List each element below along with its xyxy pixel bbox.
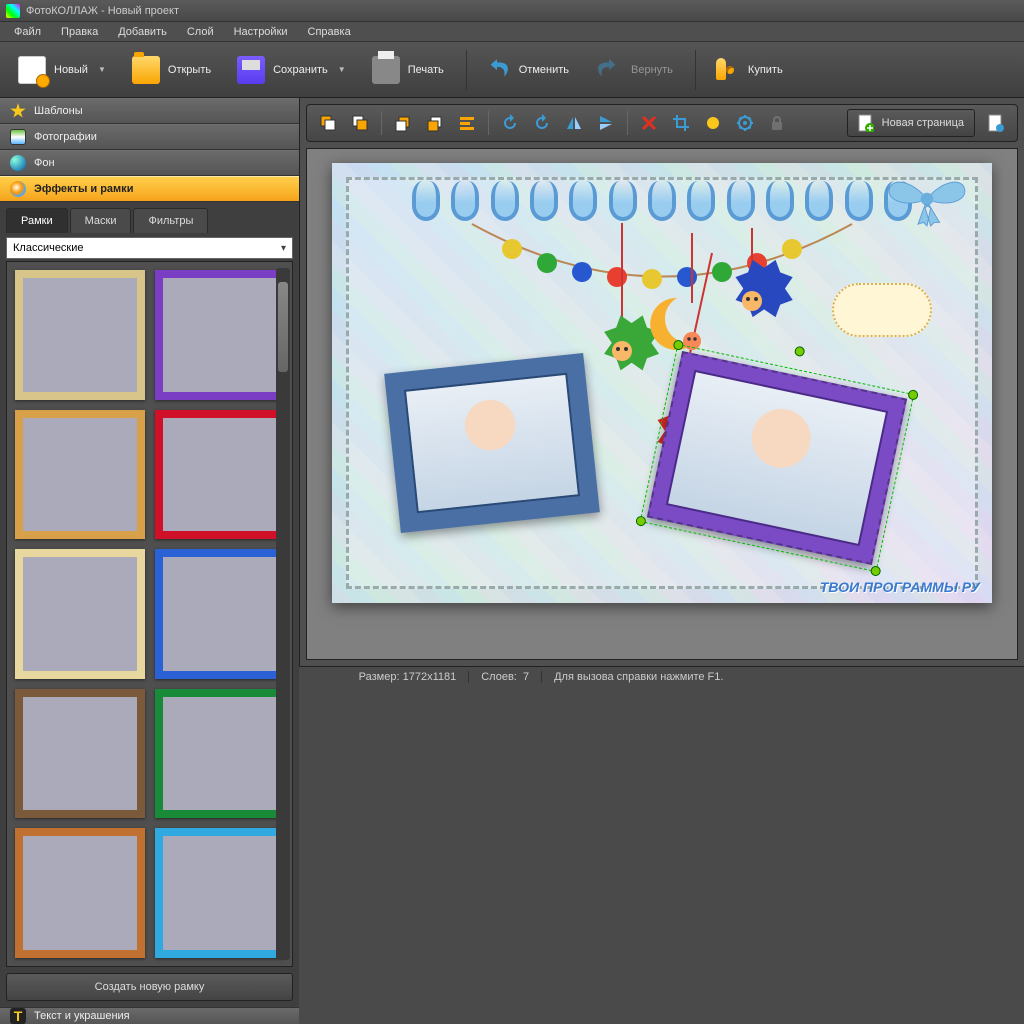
separator [695, 50, 696, 90]
chevron-down-icon: ▼ [98, 65, 106, 74]
rotate-left-button[interactable] [495, 110, 525, 136]
window-title: ФотоКОЛЛАЖ - Новый проект [26, 5, 1018, 17]
effects-panel: Рамки Маски Фильтры Классические Создать… [0, 202, 299, 1007]
send-backward-button[interactable] [388, 110, 418, 136]
new-icon [18, 56, 46, 84]
collage-page[interactable]: ТВОИ ПРОГРАММЫ РУ [332, 163, 992, 603]
menu-file[interactable]: Файл [6, 24, 49, 40]
align-button[interactable] [452, 110, 482, 136]
rotate-right-button[interactable] [527, 110, 557, 136]
layer-settings-button[interactable] [730, 110, 760, 136]
tab-masks[interactable]: Маски [70, 208, 132, 233]
bow-decoration [882, 169, 972, 229]
buy-button[interactable]: Купить [702, 50, 793, 90]
frame-thumb[interactable] [155, 410, 285, 540]
frame-thumb[interactable] [155, 549, 285, 679]
sidebar-item-background[interactable]: Фон [0, 150, 299, 176]
frame-thumb[interactable] [155, 270, 285, 400]
chevron-down-icon: ▼ [338, 65, 346, 74]
watermark: ТВОИ ПРОГРАММЫ РУ [820, 579, 980, 595]
flip-h-button[interactable] [559, 110, 589, 136]
sidebar-item-photos[interactable]: Фотографии [0, 124, 299, 150]
canvas-toolbar: Новая страница [306, 104, 1018, 142]
baby-photo [406, 375, 578, 511]
titlebar: ФотоКОЛЛАЖ - Новый проект [0, 0, 1024, 22]
frame-thumb[interactable] [15, 410, 145, 540]
scrollbar[interactable] [276, 268, 290, 960]
bring-front-button[interactable] [313, 110, 343, 136]
separator [466, 50, 467, 90]
redo-button: Вернуть [585, 50, 683, 90]
frame-thumb[interactable] [155, 689, 285, 819]
bring-forward-button[interactable] [345, 110, 375, 136]
crop-button[interactable] [666, 110, 696, 136]
flip-v-button[interactable] [591, 110, 621, 136]
delete-button[interactable] [634, 110, 664, 136]
photo-frame-1[interactable] [384, 353, 600, 533]
palette-icon [10, 181, 26, 197]
save-icon [237, 56, 265, 84]
frame-category-dropdown[interactable]: Классические [6, 237, 293, 259]
new-button[interactable]: Новый▼ [8, 50, 116, 90]
frame-thumb[interactable] [15, 270, 145, 400]
sidebar: Шаблоны Фотографии Фон Эффекты и рамки Р… [0, 98, 300, 666]
frame-thumb[interactable] [15, 828, 145, 958]
tab-frames[interactable]: Рамки [6, 208, 68, 233]
print-button[interactable]: Печать [362, 50, 454, 90]
menu-layer[interactable]: Слой [179, 24, 222, 40]
open-button[interactable]: Открыть [122, 50, 221, 90]
lock-button [762, 110, 792, 136]
frames-grid [6, 261, 293, 967]
page-add-icon [858, 114, 874, 132]
tab-filters[interactable]: Фильтры [133, 208, 208, 233]
text-icon: T [10, 1008, 26, 1024]
print-icon [372, 56, 400, 84]
save-button[interactable]: Сохранить▼ [227, 50, 356, 90]
app-icon [6, 4, 20, 18]
frame-thumb[interactable] [15, 549, 145, 679]
redo-icon [595, 56, 623, 84]
menu-add[interactable]: Добавить [110, 24, 175, 40]
undo-icon [483, 56, 511, 84]
sidebar-item-text[interactable]: TТекст и украшения [0, 1007, 299, 1024]
key-icon [712, 56, 740, 84]
sidebar-item-templates[interactable]: Шаблоны [0, 98, 299, 124]
photo-icon [10, 129, 26, 145]
send-back-button[interactable] [420, 110, 450, 136]
folder-icon [132, 56, 160, 84]
sidebar-item-effects[interactable]: Эффекты и рамки [0, 176, 299, 202]
frame-thumb[interactable] [15, 689, 145, 819]
star-icon [10, 103, 26, 119]
spiral-decoration [412, 181, 912, 223]
menu-help[interactable]: Справка [300, 24, 359, 40]
undo-button[interactable]: Отменить [473, 50, 579, 90]
page-settings-button[interactable] [981, 110, 1011, 136]
menubar: Файл Правка Добавить Слой Настройки Спра… [0, 22, 1024, 42]
menu-edit[interactable]: Правка [53, 24, 106, 40]
new-page-button[interactable]: Новая страница [847, 109, 975, 137]
create-frame-button[interactable]: Создать новую рамку [6, 973, 293, 1001]
main-toolbar: Новый▼ Открыть Сохранить▼ Печать Отменит… [0, 42, 1024, 98]
globe-icon [10, 155, 26, 171]
effects-button[interactable] [698, 110, 728, 136]
frame-thumb[interactable] [155, 828, 285, 958]
viewport[interactable]: ТВОИ ПРОГРАММЫ РУ [306, 148, 1018, 660]
menu-settings[interactable]: Настройки [226, 24, 296, 40]
canvas-area: Новая страница [300, 98, 1024, 666]
